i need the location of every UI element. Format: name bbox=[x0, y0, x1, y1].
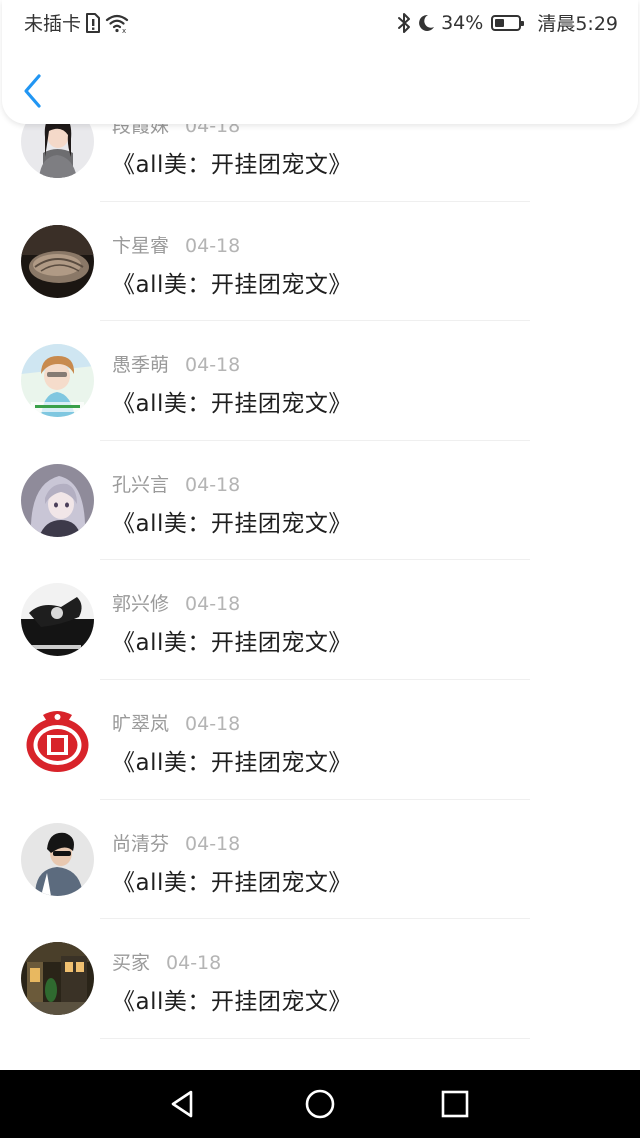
avatar[interactable] bbox=[21, 822, 94, 896]
list-item[interactable]: 郭兴修 04-18 《all美：开挂团宠文》 bbox=[0, 560, 640, 680]
avatar[interactable] bbox=[21, 224, 94, 298]
moon-icon bbox=[417, 13, 435, 33]
item-title[interactable]: 《all美：开挂团宠文》 bbox=[112, 623, 352, 657]
clock: 清晨5:29 bbox=[537, 13, 618, 35]
post-date: 04-18 bbox=[185, 354, 241, 377]
battery-icon bbox=[491, 14, 525, 31]
author-name[interactable]: 尚清芬 bbox=[112, 833, 169, 855]
item-title[interactable]: 《all美：开挂团宠文》 bbox=[112, 384, 352, 418]
list-item[interactable]: 愚季萌 04-18 《all美：开挂团宠文》 bbox=[0, 321, 640, 441]
post-date: 04-18 bbox=[166, 952, 222, 975]
author-name[interactable]: 郭兴修 bbox=[112, 593, 169, 615]
divider bbox=[100, 1037, 530, 1039]
item-meta: 买家 04-18 bbox=[112, 948, 221, 975]
author-name[interactable]: 孔兴言 bbox=[112, 474, 169, 496]
author-name[interactable]: 愚季萌 bbox=[112, 354, 169, 376]
list-item[interactable]: 买家 04-18 《all美：开挂团宠文》 bbox=[0, 919, 640, 1039]
back-button[interactable] bbox=[18, 72, 50, 110]
item-meta: 卞星睿 04-18 bbox=[112, 231, 240, 258]
item-meta: 郭兴修 04-18 bbox=[112, 589, 240, 616]
item-title[interactable]: 《all美：开挂团宠文》 bbox=[112, 743, 352, 777]
avatar[interactable] bbox=[21, 583, 94, 657]
svg-text:x: x bbox=[122, 27, 126, 33]
battery-percent: 34% bbox=[441, 11, 484, 34]
carrier-label: 未插卡 bbox=[24, 13, 82, 35]
post-date: 04-18 bbox=[185, 234, 241, 257]
item-meta: 尚清芬 04-18 bbox=[112, 829, 240, 856]
avatar[interactable] bbox=[21, 463, 94, 537]
post-date: 04-18 bbox=[185, 593, 241, 616]
avatar[interactable] bbox=[21, 942, 94, 1016]
item-meta: 愚季萌 04-18 bbox=[112, 350, 240, 377]
item-title[interactable]: 《all美：开挂团宠文》 bbox=[112, 504, 352, 538]
list-item[interactable]: 卞星睿 04-18 《all美：开挂团宠文》 bbox=[0, 202, 640, 322]
item-title[interactable]: 《all美：开挂团宠文》 bbox=[112, 982, 352, 1016]
bluetooth-icon bbox=[397, 12, 411, 34]
item-meta: 孔兴言 04-18 bbox=[112, 470, 240, 497]
sim-alert-icon bbox=[85, 12, 101, 33]
nav-recents-button[interactable] bbox=[435, 1084, 475, 1124]
list-item[interactable]: 孔兴言 04-18 《all美：开挂团宠文》 bbox=[0, 441, 640, 561]
status-right: 34% 清晨5:29 bbox=[397, 9, 618, 36]
list-item[interactable]: 尚清芬 04-18 《all美：开挂团宠文》 bbox=[0, 800, 640, 920]
comment-list: 段霞姝 04-18 《all美：开挂团宠文》 卞星睿 04-18 《all美：开挂团… bbox=[0, 105, 640, 1039]
nav-back-button[interactable] bbox=[163, 1084, 203, 1124]
system-nav-bar bbox=[0, 1070, 640, 1138]
header-bar bbox=[0, 44, 640, 124]
post-date: 04-18 bbox=[185, 473, 241, 496]
author-name[interactable]: 买家 bbox=[112, 952, 150, 974]
nav-home-button[interactable] bbox=[300, 1084, 340, 1124]
item-title[interactable]: 《all美：开挂团宠文》 bbox=[112, 265, 352, 299]
author-name[interactable]: 旷翠岚 bbox=[112, 713, 169, 735]
home-circle-icon bbox=[305, 1089, 335, 1119]
item-meta: 旷翠岚 04-18 bbox=[112, 709, 240, 736]
status-bar: 未插卡 x 34% 清晨5:29 bbox=[0, 0, 640, 44]
post-date: 04-18 bbox=[185, 712, 241, 735]
chevron-left-icon bbox=[24, 74, 41, 108]
avatar[interactable] bbox=[21, 344, 94, 418]
avatar[interactable] bbox=[21, 702, 94, 776]
back-triangle-icon bbox=[171, 1090, 193, 1118]
status-left: 未插卡 x bbox=[24, 9, 129, 36]
item-title[interactable]: 《all美：开挂团宠文》 bbox=[112, 863, 352, 897]
recents-square-icon bbox=[441, 1090, 469, 1118]
wifi-icon: x bbox=[105, 13, 129, 33]
list-item[interactable]: 旷翠岚 04-18 《all美：开挂团宠文》 bbox=[0, 680, 640, 800]
post-date: 04-18 bbox=[185, 832, 241, 855]
author-name[interactable]: 卞星睿 bbox=[112, 235, 169, 257]
item-title[interactable]: 《all美：开挂团宠文》 bbox=[112, 145, 352, 179]
